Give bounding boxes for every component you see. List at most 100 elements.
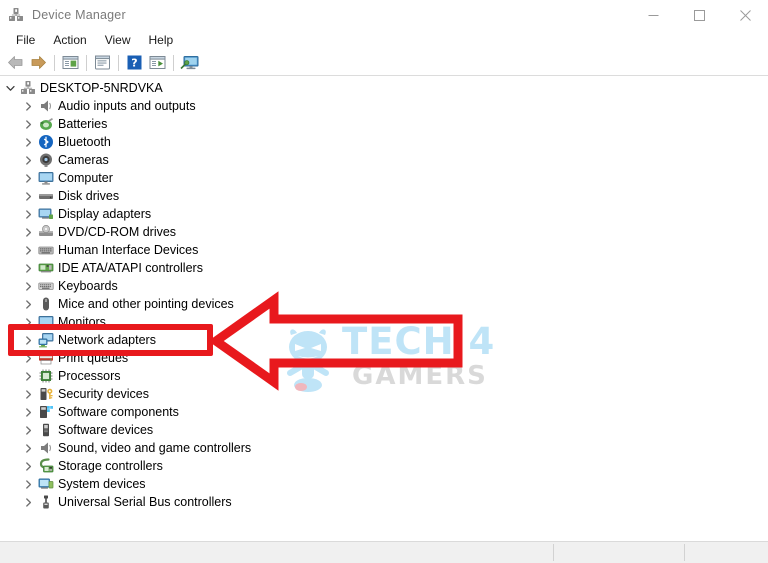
tree-item[interactable]: System devices (0, 475, 768, 493)
tree-item-label: Batteries (58, 117, 108, 131)
tree-item-label: Cameras (58, 153, 109, 167)
chevron-right-icon[interactable] (20, 422, 36, 438)
tree-item-label: Display adapters (58, 207, 152, 221)
system-device-icon (37, 476, 54, 492)
software-device-icon (37, 422, 54, 438)
watermark-line-2: GAMERS (352, 361, 488, 391)
chevron-right-icon[interactable] (20, 98, 36, 114)
tree-children: Audio inputs and outputs Batteries Bluetoo… (0, 97, 768, 511)
device-tree[interactable]: DESKTOP-5NRDVKA Audio inputs and outputs… (0, 76, 768, 541)
chevron-right-icon[interactable] (20, 494, 36, 510)
menu-item-help[interactable]: Help (140, 30, 183, 50)
network-adapter-icon (37, 332, 54, 348)
chevron-right-icon[interactable] (20, 458, 36, 474)
software-component-icon (37, 404, 54, 420)
chevron-right-icon[interactable] (20, 368, 36, 384)
chevron-right-icon[interactable] (20, 350, 36, 366)
help-button[interactable]: ? (123, 52, 146, 74)
chevron-right-icon[interactable] (20, 314, 36, 330)
chevron-right-icon[interactable] (20, 476, 36, 492)
window-controls (630, 0, 768, 30)
tree-item-label: System devices (58, 477, 146, 491)
tree-item[interactable]: Audio inputs and outputs (0, 97, 768, 115)
battery-icon (37, 116, 54, 132)
tree-item[interactable]: Mice and other pointing devices (0, 295, 768, 313)
tree-item[interactable]: Human Interface Devices (0, 241, 768, 259)
menu-bar: File Action View Help (0, 30, 768, 50)
chevron-right-icon[interactable] (20, 440, 36, 456)
update-driver-button[interactable] (146, 52, 169, 74)
status-bar (0, 541, 768, 563)
menu-item-view[interactable]: View (96, 30, 140, 50)
toolbar-separator (54, 54, 55, 71)
scan-hardware-changes-button[interactable] (178, 52, 201, 74)
bluetooth-icon (37, 134, 54, 150)
menu-item-file[interactable]: File (7, 30, 44, 50)
chevron-right-icon[interactable] (20, 242, 36, 258)
speaker-icon (37, 98, 54, 114)
tree-item[interactable]: Computer (0, 169, 768, 187)
tree-item[interactable]: Storage controllers (0, 457, 768, 475)
tech4gamers-mascot-icon (278, 325, 340, 402)
usb-icon (37, 494, 54, 510)
tree-item[interactable]: Disk drives (0, 187, 768, 205)
toolbar-separator (86, 54, 87, 71)
chevron-right-icon[interactable] (20, 278, 36, 294)
optical-drive-icon (37, 224, 54, 240)
show-hidden-devices-button[interactable] (59, 52, 82, 74)
tree-item[interactable]: Software devices (0, 421, 768, 439)
storage-controller-icon (37, 458, 54, 474)
tree-item[interactable]: Universal Serial Bus controllers (0, 493, 768, 511)
maximize-button[interactable] (676, 0, 722, 30)
chevron-right-icon[interactable] (20, 296, 36, 312)
device-manager-icon (8, 7, 24, 23)
chevron-right-icon[interactable] (20, 224, 36, 240)
keyboard-icon (37, 278, 54, 294)
tree-item[interactable]: Software components (0, 403, 768, 421)
tree-root-node[interactable]: DESKTOP-5NRDVKA (0, 79, 768, 97)
menu-item-action[interactable]: Action (44, 30, 95, 50)
toolbar-separator (173, 54, 174, 71)
hid-icon (37, 242, 54, 258)
tech4gamers-watermark: TECH 4 GAMERS (278, 323, 495, 402)
tree-item-label: Mice and other pointing devices (58, 297, 234, 311)
tree-item[interactable]: Cameras (0, 151, 768, 169)
chevron-right-icon[interactable] (20, 206, 36, 222)
chevron-right-icon[interactable] (20, 386, 36, 402)
tree-item[interactable]: Sound, video and game controllers (0, 439, 768, 457)
chevron-right-icon[interactable] (20, 332, 36, 348)
tree-item[interactable]: Bluetooth (0, 133, 768, 151)
tree-item-label: IDE ATA/ATAPI controllers (58, 261, 203, 275)
watermark-line-1: TECH 4 (342, 320, 496, 363)
minimize-button[interactable] (630, 0, 676, 30)
chevron-right-icon[interactable] (20, 116, 36, 132)
tree-item[interactable]: Batteries (0, 115, 768, 133)
toolbar-separator (118, 54, 119, 71)
tree-item-label: Computer (58, 171, 113, 185)
properties-button[interactable] (91, 52, 114, 74)
tree-item[interactable]: Keyboards (0, 277, 768, 295)
forward-button[interactable] (27, 52, 50, 74)
tree-item-label: Print queues (58, 351, 129, 365)
chevron-right-icon[interactable] (20, 170, 36, 186)
tree-item-label: DVD/CD-ROM drives (58, 225, 177, 239)
chevron-down-icon[interactable] (2, 80, 18, 96)
tree-item-label: Monitors (58, 315, 106, 329)
chevron-right-icon[interactable] (20, 152, 36, 168)
chevron-right-icon[interactable] (20, 404, 36, 420)
tree-item-label: Keyboards (58, 279, 118, 293)
tree-item-label: Processors (58, 369, 121, 383)
chevron-right-icon[interactable] (20, 260, 36, 276)
chevron-right-icon[interactable] (20, 188, 36, 204)
title-bar: Device Manager (0, 0, 768, 30)
camera-icon (37, 152, 54, 168)
tree-root-label: DESKTOP-5NRDVKA (40, 81, 163, 95)
chevron-right-icon[interactable] (20, 134, 36, 150)
tree-item[interactable]: DVD/CD-ROM drives (0, 223, 768, 241)
ide-controller-icon (37, 260, 54, 276)
tree-item[interactable]: IDE ATA/ATAPI controllers (0, 259, 768, 277)
tree-item[interactable]: Display adapters (0, 205, 768, 223)
close-button[interactable] (722, 0, 768, 30)
status-bar-divider (684, 544, 685, 561)
back-button[interactable] (4, 52, 27, 74)
